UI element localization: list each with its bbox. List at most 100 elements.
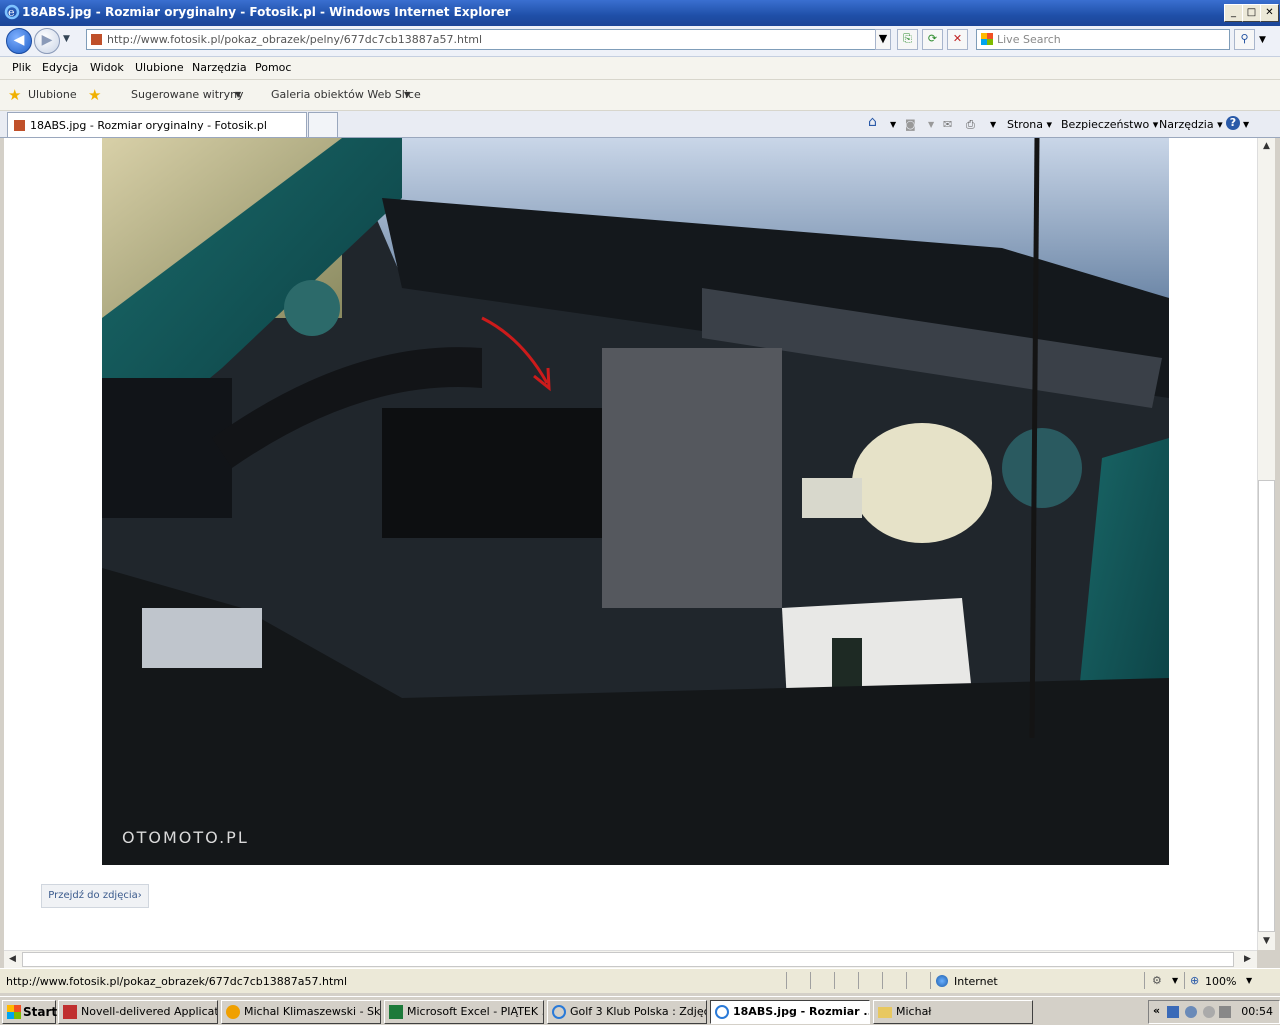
svg-text:e: e (8, 6, 15, 19)
ie-icon: e (4, 4, 20, 20)
messenger-icon (226, 1005, 240, 1019)
volume-icon[interactable] (1219, 1006, 1231, 1018)
status-text: http://www.fotosik.pl/pokaz_obrazek/677d… (6, 975, 348, 988)
zoom-level[interactable]: 100% (1205, 975, 1236, 988)
tools-menu[interactable]: Narzędzia ▾ (1159, 118, 1223, 131)
new-tab-button[interactable] (308, 112, 338, 137)
folder-icon (878, 1007, 892, 1018)
safety-menu[interactable]: Bezpieczeństwo ▾ (1061, 118, 1158, 131)
maximize-button[interactable]: □ (1242, 4, 1261, 22)
suggested-dropdown-icon[interactable]: ▼ (235, 90, 241, 99)
feeds-icon[interactable]: ◙ (905, 118, 916, 131)
page-menu[interactable]: Strona ▾ (1007, 118, 1052, 131)
menu-view[interactable]: Widok (90, 61, 124, 74)
status-divider (930, 972, 931, 989)
address-field[interactable]: http://www.fotosik.pl/pokaz_obrazek/peln… (86, 29, 876, 50)
task-current-image[interactable]: 18ABS.jpg - Rozmiar ... (710, 1000, 870, 1024)
address-dropdown-button[interactable]: ▼ (875, 29, 891, 50)
vertical-scroll-thumb[interactable] (1258, 480, 1275, 932)
tab-bar: 18ABS.jpg - Rozmiar oryginalny - Fotosik… (0, 111, 1280, 138)
novell-app-icon (63, 1005, 77, 1019)
history-dropdown-icon[interactable]: ▼ (63, 34, 70, 44)
close-button[interactable]: ✕ (1260, 4, 1279, 22)
task-novell[interactable]: Novell-delivered Applicati... (58, 1000, 218, 1024)
task-label: 18ABS.jpg - Rozmiar ... (733, 1005, 870, 1018)
site-favicon-icon (91, 34, 102, 45)
suggested-sites-link[interactable]: Sugerowane witryny (131, 88, 244, 101)
refresh-icon[interactable]: ⟳ (922, 29, 943, 50)
clock-tray-icon[interactable] (1203, 1006, 1215, 1018)
address-url: http://www.fotosik.pl/pokaz_obrazek/peln… (107, 33, 483, 46)
address-toolbar: ◀ ▶ ▼ http://www.fotosik.pl/pokaz_obraze… (0, 26, 1280, 57)
status-divider (810, 972, 811, 989)
scroll-left-icon[interactable]: ◀ (5, 952, 20, 967)
scroll-down-icon[interactable]: ▼ (1259, 934, 1274, 949)
engine-bay-photo[interactable]: OTOMOTO.PL (102, 138, 1169, 865)
stop-icon[interactable]: ✕ (947, 29, 968, 50)
system-tray: « 00:54 (1148, 1000, 1280, 1024)
zoom-dropdown-icon[interactable]: ▼ (1246, 976, 1252, 985)
network-icon[interactable] (1167, 1006, 1179, 1018)
security-tray-icon[interactable] (1185, 1006, 1197, 1018)
menu-help[interactable]: Pomoc (255, 61, 291, 74)
safety-menu-label: Bezpieczeństwo (1061, 118, 1150, 131)
task-label: Michal Klimaszewski - Skr... (244, 1005, 381, 1018)
task-folder[interactable]: Michał (873, 1000, 1033, 1024)
status-divider (906, 972, 907, 989)
minimize-button[interactable]: _ (1224, 4, 1243, 22)
task-excel[interactable]: Microsoft Excel - PIĄTEK ... (384, 1000, 544, 1024)
status-divider (834, 972, 835, 989)
status-divider (786, 972, 787, 989)
tray-chevron-icon[interactable]: « (1153, 1004, 1160, 1017)
home-dropdown-icon[interactable]: ▼ (890, 120, 896, 129)
back-button[interactable]: ◀ (6, 28, 32, 54)
task-label: Microsoft Excel - PIĄTEK ... (407, 1005, 544, 1018)
help-icon[interactable]: ? (1226, 116, 1240, 130)
search-options-icon[interactable]: ▼ (1259, 35, 1266, 45)
forward-button[interactable]: ▶ (34, 28, 60, 54)
print-icon[interactable]: ⎙ (966, 118, 975, 132)
horizontal-scroll-thumb[interactable] (22, 952, 1234, 967)
task-skype[interactable]: Michal Klimaszewski - Skr... (221, 1000, 381, 1024)
status-divider (1184, 972, 1185, 989)
search-field[interactable]: Live Search (976, 29, 1230, 50)
photo-watermark: OTOMOTO.PL (122, 828, 249, 847)
task-label: Golf 3 Klub Polska : Zdjęc... (570, 1005, 707, 1018)
windows-logo-icon (7, 1005, 21, 1019)
web-slice-gallery-link[interactable]: Galeria obiektów Web Slice (271, 88, 421, 101)
tab-current[interactable]: 18ABS.jpg - Rozmiar oryginalny - Fotosik… (7, 112, 307, 137)
window-title: 18ABS.jpg - Rozmiar oryginalny - Fotosik… (22, 5, 511, 19)
tools-menu-label: Narzędzia (1159, 118, 1214, 131)
gallery-dropdown-icon[interactable]: ▼ (404, 90, 410, 99)
menu-favorites[interactable]: Ulubione (135, 61, 184, 74)
help-dropdown-icon[interactable]: ▼ (1243, 120, 1249, 129)
start-button[interactable]: Start (2, 1000, 57, 1024)
add-favorite-icon[interactable]: ★ (88, 86, 101, 104)
task-golf-club[interactable]: Golf 3 Klub Polska : Zdjęc... (547, 1000, 707, 1024)
favorites-star-icon: ★ (8, 86, 22, 104)
clock[interactable]: 00:54 (1241, 1005, 1273, 1018)
favorites-button[interactable]: Ulubione (28, 88, 77, 101)
scroll-up-icon[interactable]: ▲ (1259, 139, 1274, 154)
compatibility-view-icon[interactable]: ⎘ (897, 29, 918, 50)
back-arrow-icon: ◀ (13, 32, 25, 48)
goto-photo-chevron-icon: › (137, 890, 142, 901)
excel-icon (389, 1005, 403, 1019)
tab-favicon-icon (14, 120, 25, 131)
scroll-right-icon[interactable]: ▶ (1240, 952, 1255, 967)
protected-mode-icon[interactable]: ⚙ (1152, 974, 1162, 987)
internet-zone-icon (936, 975, 948, 987)
home-icon[interactable]: ⌂ (868, 114, 877, 130)
menu-file[interactable]: Plik (12, 61, 31, 74)
status-divider (1144, 972, 1145, 989)
zoom-icon[interactable]: ⊕ (1190, 974, 1199, 987)
title-bar[interactable]: e 18ABS.jpg - Rozmiar oryginalny - Fotos… (0, 0, 1280, 26)
feeds-dropdown-icon[interactable]: ▼ (928, 120, 934, 129)
menu-tools[interactable]: Narzędzia (192, 61, 247, 74)
read-mail-icon[interactable]: ✉ (943, 118, 952, 131)
menu-edit[interactable]: Edycja (42, 61, 78, 74)
search-icon[interactable]: ⚲ (1234, 29, 1255, 50)
protected-mode-dropdown-icon[interactable]: ▼ (1172, 976, 1178, 985)
print-dropdown-icon[interactable]: ▼ (990, 120, 996, 129)
goto-photo-button[interactable]: Przejdź do zdjęcia› (41, 884, 149, 908)
